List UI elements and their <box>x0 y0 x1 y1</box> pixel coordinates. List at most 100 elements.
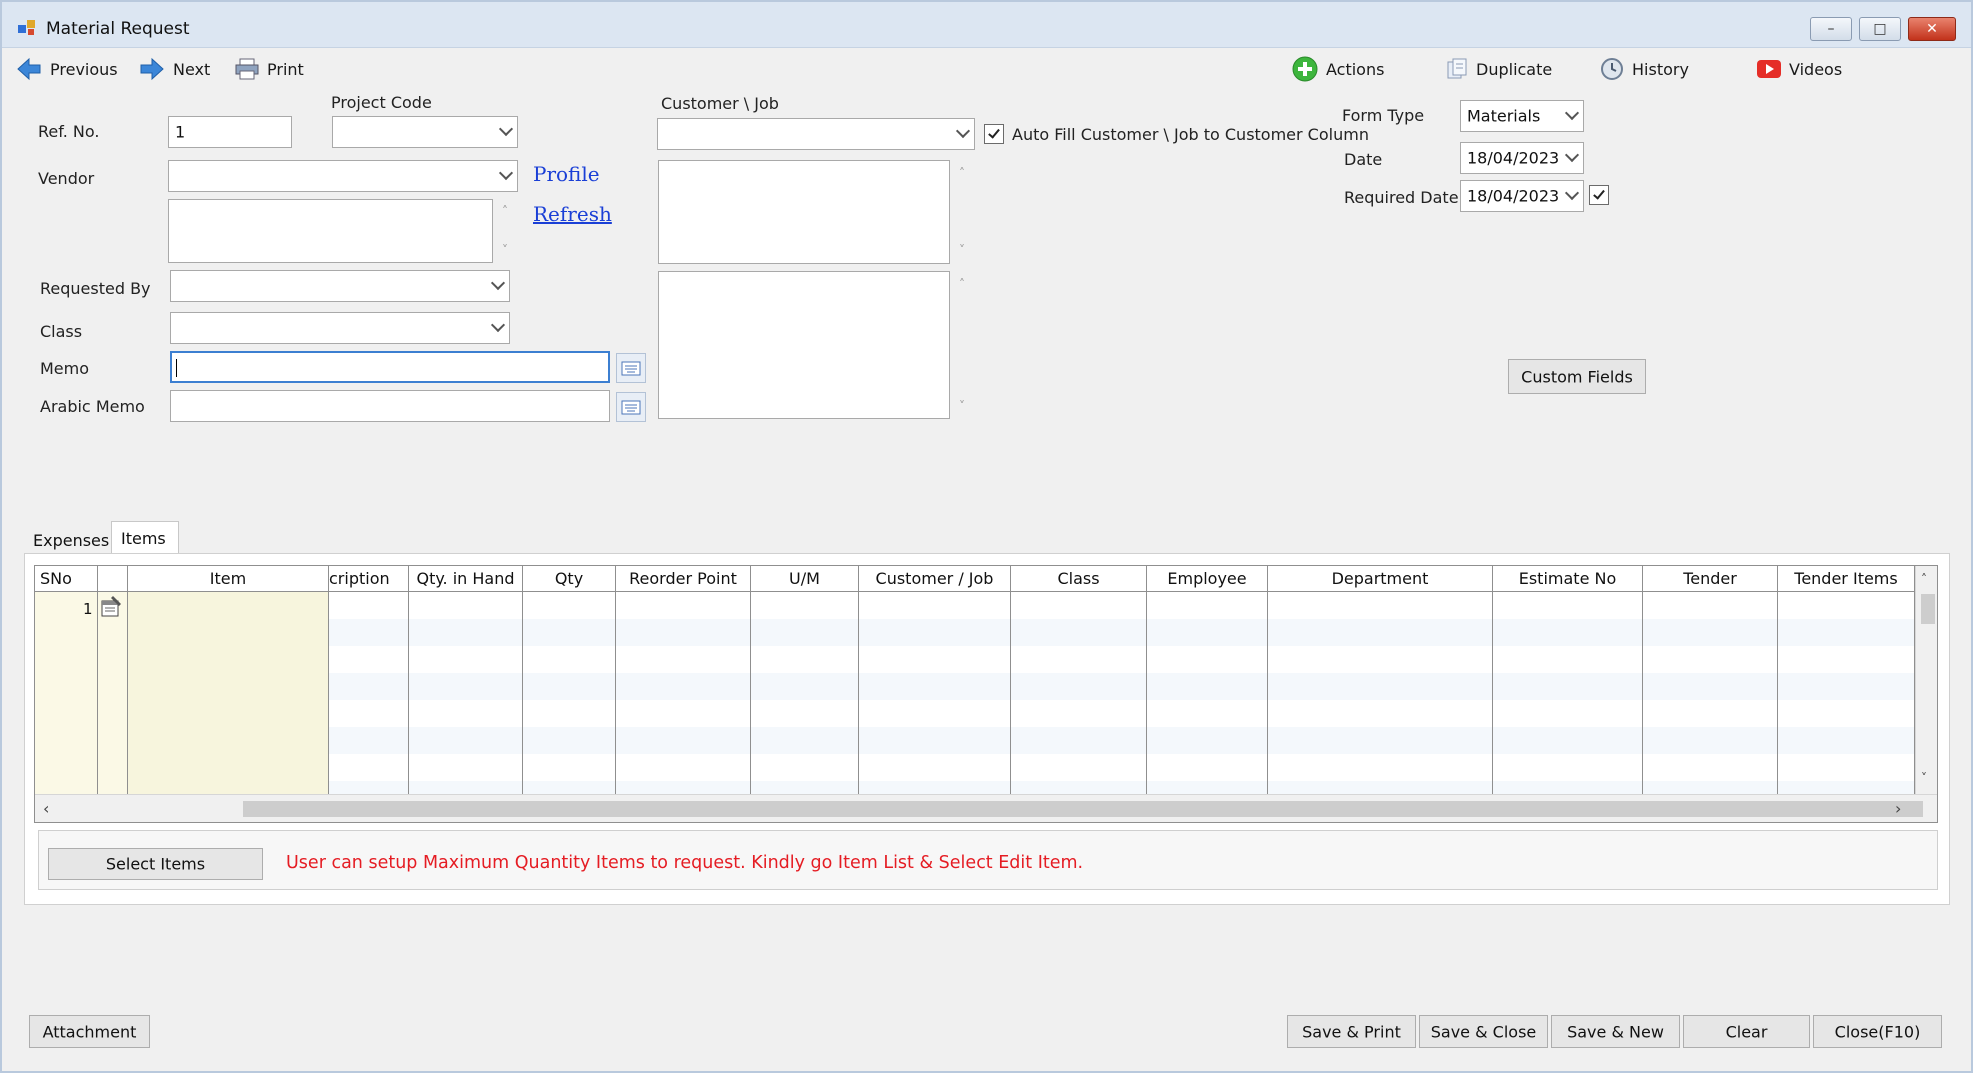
app-icon <box>18 20 35 35</box>
col-header-estimate-no[interactable]: Estimate No <box>1493 566 1643 592</box>
project-code-select[interactable] <box>332 116 518 148</box>
history-button[interactable]: History <box>1600 55 1689 83</box>
description-column[interactable] <box>329 592 409 794</box>
scroll-up-icon[interactable]: ˄ <box>499 205 511 217</box>
tender-column[interactable] <box>1643 592 1778 794</box>
arabic-memo-input[interactable] <box>170 390 610 422</box>
requested-by-select[interactable] <box>170 270 510 302</box>
project-code-label: Project Code <box>331 93 432 112</box>
attachment-button[interactable]: Attachment <box>29 1015 150 1048</box>
maximize-icon: □ <box>1873 21 1887 37</box>
save-print-label: Save & Print <box>1302 1022 1401 1041</box>
customer-job-select[interactable] <box>657 118 975 150</box>
select-items-label: Select Items <box>105 854 206 874</box>
required-date-checkbox[interactable] <box>1589 185 1609 205</box>
save-new-button[interactable]: Save & New <box>1551 1015 1680 1048</box>
scroll-left-icon[interactable]: ‹ <box>43 799 49 818</box>
qty-column[interactable] <box>523 592 616 794</box>
col-header-customer-job[interactable]: Customer / Job <box>859 566 1011 592</box>
col-header-qty-in-hand[interactable]: Qty. in Hand <box>409 566 523 592</box>
memo-input[interactable] <box>170 351 610 383</box>
date-label: Date <box>1344 150 1383 169</box>
col-header-tender[interactable]: Tender <box>1643 566 1778 592</box>
vertical-scrollbar[interactable]: ˄ ˅ <box>1915 566 1937 794</box>
maximize-button[interactable]: □ <box>1859 17 1901 41</box>
ref-no-field[interactable]: 1 <box>168 116 292 148</box>
estimate-no-column[interactable] <box>1493 592 1643 794</box>
auto-fill-checkbox[interactable] <box>984 124 1004 144</box>
save-close-button[interactable]: Save & Close <box>1419 1015 1548 1048</box>
um-column[interactable] <box>751 592 859 794</box>
row-sno: 1 <box>83 600 93 618</box>
col-header-item[interactable]: Item <box>128 566 329 592</box>
col-header-class[interactable]: Class <box>1011 566 1147 592</box>
item-column[interactable] <box>128 592 329 794</box>
reorder-point-column[interactable] <box>616 592 751 794</box>
tab-items[interactable]: Items <box>111 521 179 554</box>
required-date-picker[interactable]: 18/04/2023 <box>1460 180 1584 212</box>
keyboard-icon <box>621 361 641 376</box>
items-grid[interactable]: SNo Item cription Qty. in Hand Qty Reord… <box>34 565 1938 823</box>
col-header-department[interactable]: Department <box>1268 566 1493 592</box>
scroll-down-icon[interactable]: ˅ <box>499 244 511 256</box>
customer-job-column[interactable] <box>859 592 1011 794</box>
date-picker[interactable]: 18/04/2023 <box>1460 142 1584 174</box>
tender-items-column[interactable] <box>1778 592 1915 794</box>
horizontal-scroll-thumb[interactable] <box>243 801 1923 817</box>
col-header-tender-items[interactable]: Tender Items <box>1778 566 1915 592</box>
chevron-down-icon <box>498 165 514 181</box>
scroll-down-icon[interactable]: ˅ <box>956 400 968 412</box>
col-header-sno[interactable]: SNo <box>35 566 98 592</box>
form-type-select[interactable]: Materials <box>1460 100 1584 132</box>
scroll-right-icon[interactable]: › <box>1895 799 1901 818</box>
col-header-reorder-point[interactable]: Reorder Point <box>616 566 751 592</box>
actions-button[interactable]: Actions <box>1292 55 1384 83</box>
close-f10-button[interactable]: Close(F10) <box>1813 1015 1942 1048</box>
col-header-employee[interactable]: Employee <box>1147 566 1268 592</box>
scroll-up-icon[interactable]: ˄ <box>1921 572 1927 586</box>
employee-column[interactable] <box>1147 592 1268 794</box>
row-edit-icon[interactable] <box>99 596 123 618</box>
vendor-select[interactable] <box>168 160 518 192</box>
minimize-button[interactable]: – <box>1810 17 1852 41</box>
duplicate-label: Duplicate <box>1476 59 1553 79</box>
custom-fields-button[interactable]: Custom Fields <box>1508 359 1646 394</box>
previous-button[interactable]: Previous <box>16 55 118 83</box>
scroll-down-icon[interactable]: ˅ <box>956 244 968 256</box>
col-header-description[interactable]: cription <box>329 566 409 592</box>
videos-button[interactable]: Videos <box>1757 55 1842 83</box>
close-f10-label: Close(F10) <box>1834 1022 1921 1041</box>
scroll-up-icon[interactable]: ˄ <box>956 278 968 290</box>
ship-to-address-area[interactable] <box>658 271 950 419</box>
profile-link[interactable]: Profile <box>533 162 600 186</box>
class-select[interactable] <box>170 312 510 344</box>
col-header-um[interactable]: U/M <box>751 566 859 592</box>
clear-button[interactable]: Clear <box>1683 1015 1810 1048</box>
arabic-memo-label: Arabic Memo <box>40 397 145 416</box>
qty-in-hand-column[interactable] <box>409 592 523 794</box>
save-print-button[interactable]: Save & Print <box>1287 1015 1416 1048</box>
scroll-up-icon[interactable]: ˄ <box>956 167 968 179</box>
vendor-address-area[interactable] <box>168 199 493 263</box>
info-message: User can setup Maximum Quantity Items to… <box>286 853 1084 873</box>
vertical-scroll-thumb[interactable] <box>1921 594 1935 624</box>
arabic-memo-keyboard-button[interactable] <box>616 392 646 422</box>
scroll-down-icon[interactable]: ˅ <box>1921 771 1927 785</box>
duplicate-icon <box>1447 58 1467 79</box>
close-window-button[interactable]: ✕ <box>1908 17 1956 41</box>
actions-label: Actions <box>1326 59 1385 79</box>
customer-address-area[interactable] <box>658 160 950 264</box>
duplicate-button[interactable]: Duplicate <box>1446 55 1552 83</box>
tab-expenses[interactable]: Expenses <box>26 523 110 553</box>
print-button[interactable]: Print <box>235 55 304 83</box>
class-column[interactable] <box>1011 592 1147 794</box>
refresh-link[interactable]: Refresh <box>533 202 612 226</box>
department-column[interactable] <box>1268 592 1493 794</box>
memo-keyboard-button[interactable] <box>616 353 646 383</box>
select-items-button[interactable]: Select Items <box>48 848 263 880</box>
next-button[interactable]: Next <box>139 55 210 83</box>
next-label: Next <box>173 59 211 79</box>
horizontal-scrollbar[interactable]: ‹ › <box>35 794 1937 822</box>
col-header-qty[interactable]: Qty <box>523 566 616 592</box>
col-header-icon[interactable] <box>98 566 128 592</box>
